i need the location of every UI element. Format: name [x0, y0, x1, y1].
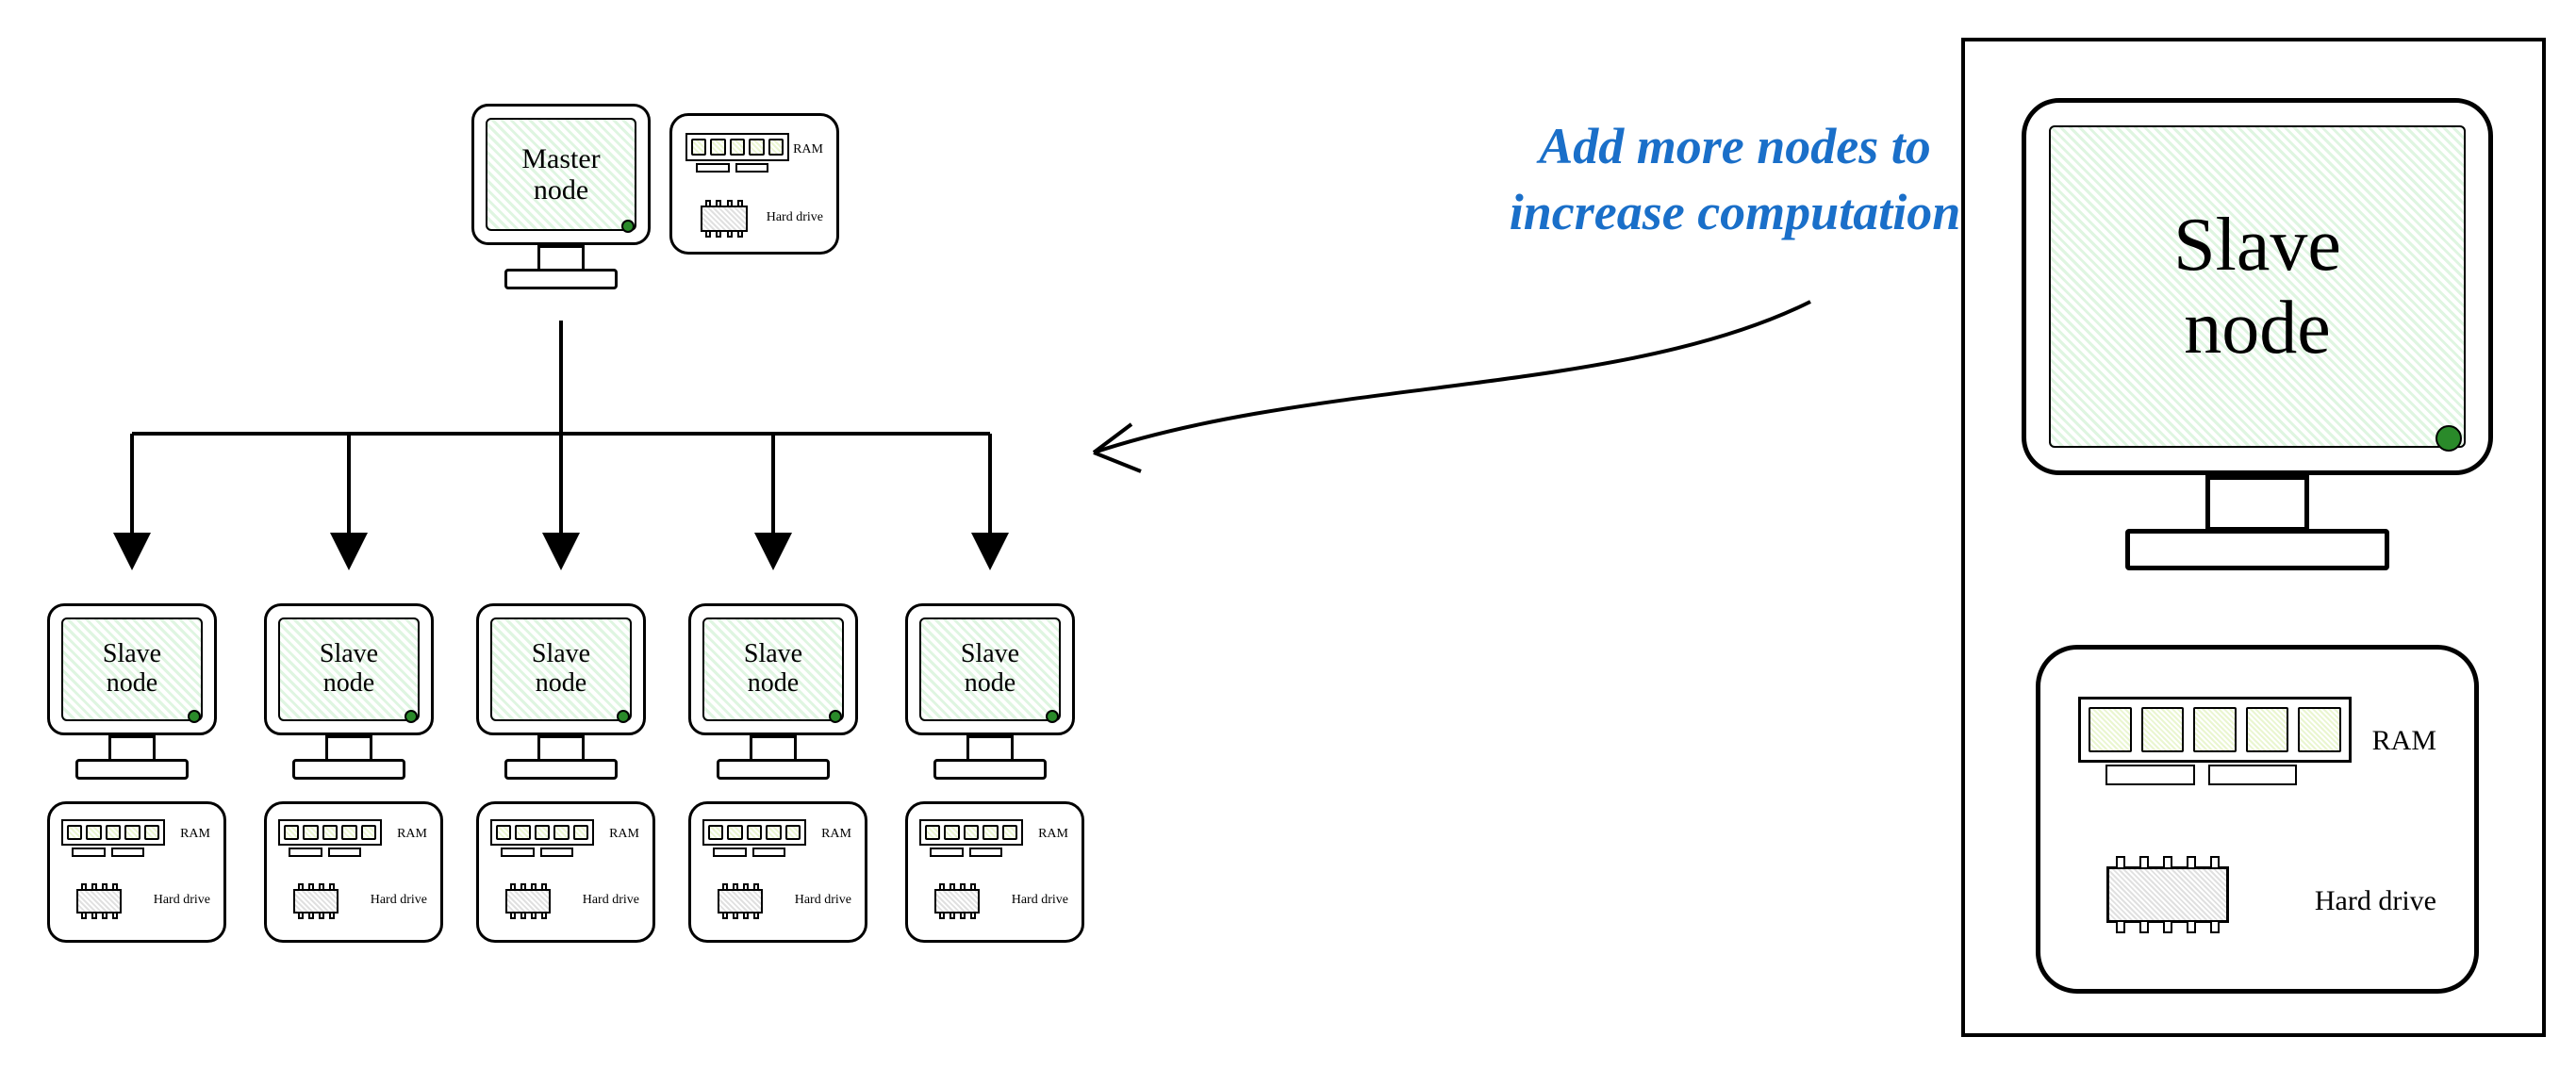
hard-drive-icon	[2106, 866, 2229, 923]
power-led-icon	[2436, 425, 2462, 452]
ram-label: RAM	[1038, 827, 1068, 842]
power-led-icon	[405, 710, 418, 723]
ram-label: RAM	[821, 827, 851, 842]
inset-panel: Slave node RAM Hard drive	[1961, 38, 2546, 1037]
hard-drive-icon	[293, 889, 339, 914]
master-node-monitor: Master node	[471, 104, 651, 289]
inset-label-2: node	[2184, 287, 2331, 370]
hdd-label: Hard drive	[767, 210, 823, 225]
slave-label-2: node	[748, 669, 799, 699]
hard-drive-icon	[701, 206, 748, 232]
ram-icon	[490, 819, 594, 857]
inset-hw-box: RAM Hard drive	[2036, 645, 2479, 994]
slave-node-monitor: Slavenode	[47, 603, 217, 780]
master-label-1: Master	[521, 143, 600, 174]
slave-hw-box: RAM Hard drive	[47, 801, 226, 943]
slave-node-monitor: Slavenode	[905, 603, 1075, 780]
slave-label-2: node	[107, 669, 157, 699]
ram-icon	[702, 819, 806, 857]
ram-label: RAM	[2372, 725, 2436, 757]
power-led-icon	[1046, 710, 1059, 723]
slave-node-monitor: Slavenode	[264, 603, 434, 780]
hdd-label: Hard drive	[371, 893, 427, 908]
slave-label-2: node	[536, 669, 586, 699]
slave-node-monitor: Slavenode	[476, 603, 646, 780]
ram-icon	[2078, 697, 2352, 785]
slave-label-1: Slave	[103, 640, 161, 669]
slave-node-monitor: Slavenode	[688, 603, 858, 780]
hard-drive-icon	[718, 889, 763, 914]
ram-label: RAM	[180, 827, 210, 842]
hdd-label: Hard drive	[583, 893, 639, 908]
ram-label: RAM	[397, 827, 427, 842]
hdd-label: Hard drive	[795, 893, 851, 908]
ram-label: RAM	[609, 827, 639, 842]
inset-slave-monitor: Slave node	[2022, 98, 2493, 570]
power-led-icon	[617, 710, 630, 723]
slave-label-1: Slave	[744, 640, 802, 669]
hard-drive-icon	[76, 889, 122, 914]
slave-label-2: node	[965, 669, 1016, 699]
slave-hw-box: RAM Hard drive	[688, 801, 867, 943]
master-hw-box: RAM Hard drive	[669, 113, 839, 255]
power-led-icon	[829, 710, 842, 723]
slave-hw-box: RAM Hard drive	[905, 801, 1084, 943]
hdd-label: Hard drive	[2315, 885, 2436, 917]
hdd-label: Hard drive	[154, 893, 210, 908]
slave-hw-box: RAM Hard drive	[264, 801, 443, 943]
inset-label-1: Slave	[2173, 204, 2341, 287]
ram-label: RAM	[793, 142, 823, 157]
power-led-icon	[188, 710, 201, 723]
hard-drive-icon	[934, 889, 980, 914]
slave-label-1: Slave	[532, 640, 590, 669]
hard-drive-icon	[505, 889, 551, 914]
ram-icon	[685, 133, 789, 173]
slave-label-1: Slave	[320, 640, 378, 669]
master-label-2: node	[534, 174, 588, 206]
power-led-icon	[621, 220, 635, 233]
slave-label-2: node	[323, 669, 374, 699]
slave-hw-box: RAM Hard drive	[476, 801, 655, 943]
ram-icon	[919, 819, 1023, 857]
ram-icon	[278, 819, 382, 857]
ram-icon	[61, 819, 165, 857]
hdd-label: Hard drive	[1012, 893, 1068, 908]
slave-label-1: Slave	[961, 640, 1019, 669]
